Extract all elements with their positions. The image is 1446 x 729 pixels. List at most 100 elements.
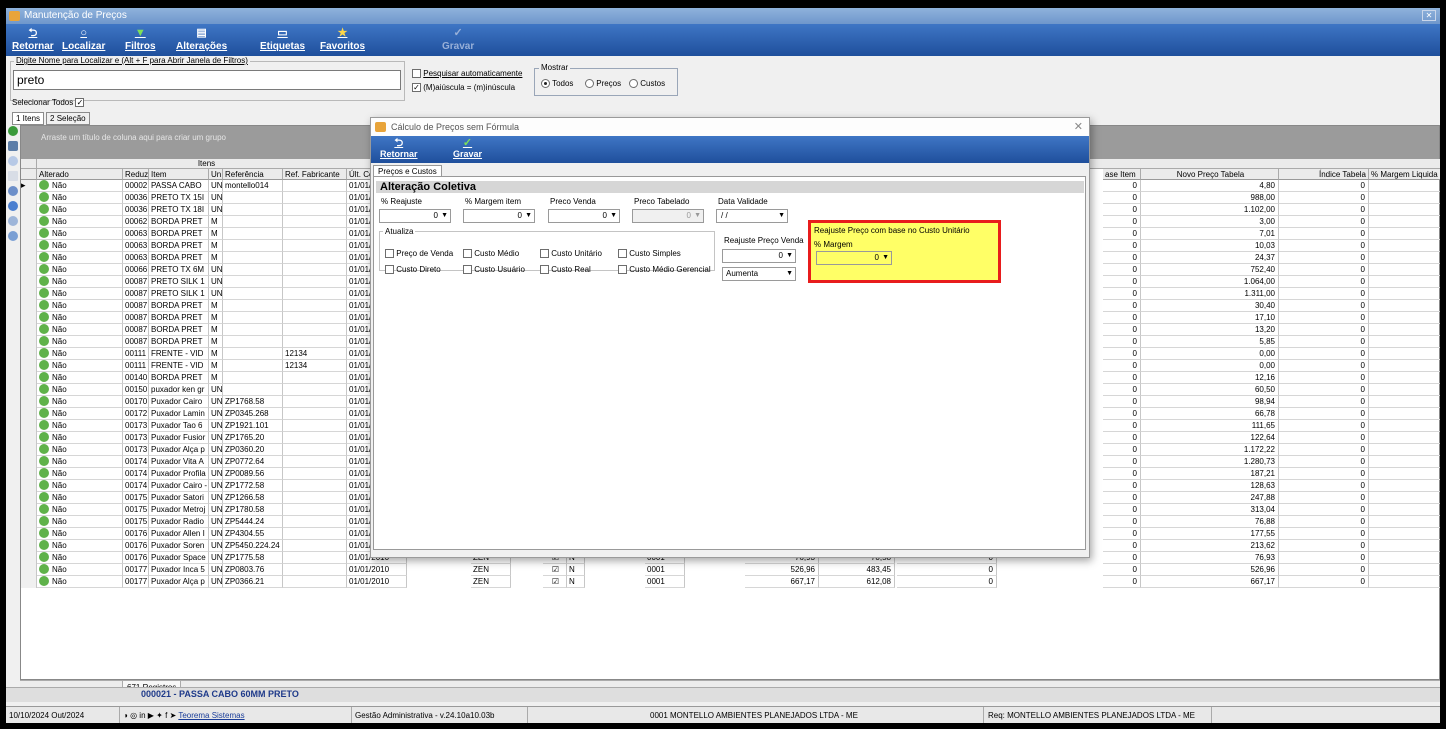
select-all-checkbox[interactable]: ✓ xyxy=(75,98,85,108)
grid-cell: PRETO TX 15I xyxy=(149,192,209,204)
chk-preco-venda[interactable]: Preço de Venda xyxy=(385,249,453,259)
checkbox-icon[interactable] xyxy=(385,265,394,275)
grid-cell: ZP1768.58 xyxy=(223,396,283,408)
cell-alterado: Não xyxy=(37,192,123,204)
chk-custo-simples[interactable]: Custo Simples xyxy=(618,249,681,259)
col-ref-fabricante[interactable]: Ref. Fabricante xyxy=(283,169,347,180)
dialog-retornar-button[interactable]: ⮌ Retornar xyxy=(380,138,418,160)
instagram-icon[interactable]: ◎ xyxy=(130,711,137,720)
share-icon[interactable]: ◑ xyxy=(123,711,128,720)
grid-cell: UN xyxy=(209,456,223,468)
data-validade-label: Data Validade xyxy=(718,197,768,206)
filter-icon[interactable] xyxy=(8,141,18,151)
col-base-item[interactable]: ase Item xyxy=(1103,169,1141,180)
radio-icon[interactable] xyxy=(541,79,550,89)
case-checkbox[interactable]: ✓ xyxy=(412,83,421,93)
status-version: Gestão Administrativa - v.24.10a10.03b xyxy=(352,707,528,723)
twitter-icon[interactable]: ✦ xyxy=(156,711,163,720)
grid-cell: 24,37 xyxy=(1141,252,1279,264)
grid-cell: 00062 xyxy=(123,216,149,228)
show-todos[interactable]: Todos xyxy=(541,79,573,89)
checkbox-icon[interactable] xyxy=(463,265,472,275)
col-indicator[interactable] xyxy=(21,169,37,180)
show-precos[interactable]: Preços xyxy=(585,79,621,89)
col-alterado[interactable]: Alterado xyxy=(37,169,123,180)
chk-custo-usuario[interactable]: Custo Usuário xyxy=(463,265,525,275)
grid-cell: 0 xyxy=(897,564,997,576)
chk-custo-direto[interactable]: Custo Direto xyxy=(385,265,441,275)
retornar-button[interactable]: ⮌ Retornar xyxy=(12,26,54,52)
margem-item-input[interactable]: 0 xyxy=(463,209,535,223)
preco-tabelado-input[interactable]: 0 xyxy=(632,209,704,223)
facebook-icon[interactable]: f xyxy=(165,711,167,720)
alteracoes-button[interactable]: ▤ Alterações xyxy=(176,26,227,52)
reajuste-mode-select[interactable]: Aumenta xyxy=(722,267,796,281)
checkbox-icon[interactable]: ☑ xyxy=(543,576,567,588)
etiquetas-button[interactable]: ▭ Etiquetas xyxy=(260,26,305,52)
linkedin-icon[interactable]: in xyxy=(139,711,145,720)
checkbox-icon[interactable] xyxy=(463,249,472,259)
filtros-button[interactable]: ▼ Filtros xyxy=(125,26,156,52)
grid-cell: UN xyxy=(209,384,223,396)
search-input[interactable]: preto xyxy=(13,70,401,90)
tools-icon[interactable] xyxy=(8,231,18,241)
col-novo-preco[interactable]: Novo Preço Tabela xyxy=(1141,169,1279,180)
settings-icon[interactable] xyxy=(8,156,18,166)
preco-venda-input[interactable]: 0 xyxy=(548,209,620,223)
grid-cell xyxy=(223,312,283,324)
checkbox-icon[interactable] xyxy=(540,265,549,275)
close-icon[interactable]: ✕ xyxy=(1074,118,1083,136)
table-row[interactable]: Não 00177 Puxador Inca 5 UN ZP0803.76 01/01/2… xyxy=(21,564,1440,576)
chk-custo-real[interactable]: Custo Real xyxy=(540,265,591,275)
favoritos-button[interactable]: ★ Favoritos xyxy=(320,26,365,52)
localizar-button[interactable]: ○ Localizar xyxy=(62,26,105,52)
add-icon[interactable] xyxy=(8,126,18,136)
chk-custo-unitario[interactable]: Custo Unitário xyxy=(540,249,602,259)
col-item[interactable]: Item xyxy=(149,169,209,180)
case-option[interactable]: ✓ (M)aiúscula = (m)inúscula xyxy=(412,83,515,93)
checkbox-icon[interactable] xyxy=(618,265,627,275)
company-link[interactable]: Teorema Sistemas xyxy=(178,711,244,720)
checkbox-icon[interactable]: ☑ xyxy=(543,564,567,576)
chk-custo-medio[interactable]: Custo Médio xyxy=(463,249,519,259)
tab-itens[interactable]: 1 Itens xyxy=(12,112,45,125)
show-custos[interactable]: Custos xyxy=(629,79,665,89)
checkbox-icon[interactable] xyxy=(540,249,549,259)
status-dot-icon xyxy=(39,576,49,586)
grid-cell xyxy=(283,432,347,444)
col-indice-tabela[interactable]: Índice Tabela xyxy=(1279,169,1369,180)
gravar-button[interactable]: ✓ Gravar xyxy=(442,26,474,52)
radio-icon[interactable] xyxy=(585,79,594,89)
reajuste-venda-input[interactable]: 0 xyxy=(722,249,796,263)
grid-cell: 0 xyxy=(1103,444,1141,456)
data-validade-input[interactable]: / / xyxy=(716,209,788,223)
col-un[interactable]: Un xyxy=(209,169,223,180)
auto-search-option[interactable]: Pesquisar automaticamente xyxy=(412,69,522,79)
col-margem-liquida[interactable]: % Margem Liquida xyxy=(1369,169,1440,180)
table-row[interactable]: Não 00177 Puxador Alça p UN ZP0366.21 01/01/2… xyxy=(21,576,1440,588)
margem-custo-input[interactable]: 0 xyxy=(816,251,892,265)
grid-cell: 0 xyxy=(1103,240,1141,252)
info-icon[interactable] xyxy=(8,216,18,226)
document-icon[interactable] xyxy=(8,171,18,181)
table-icon[interactable] xyxy=(8,186,18,196)
col-reduz[interactable]: Reduz xyxy=(123,169,149,180)
select-all[interactable]: Selecionar Todos ✓ xyxy=(12,98,85,108)
row-indicator xyxy=(21,348,37,360)
checkbox-icon[interactable] xyxy=(385,249,394,259)
radio-icon[interactable] xyxy=(629,79,638,89)
reajuste-input[interactable]: 0 xyxy=(379,209,451,223)
grid-cell xyxy=(223,228,283,240)
refresh-icon[interactable] xyxy=(8,201,18,211)
grid-cell xyxy=(1369,300,1440,312)
dialog-gravar-button[interactable]: ✓ Gravar xyxy=(453,138,482,160)
chk-custo-medio-gerencial[interactable]: Custo Médio Gerencial xyxy=(618,265,711,275)
tab-selecao[interactable]: 2 Seleção xyxy=(46,112,90,125)
col-referencia[interactable]: Referência xyxy=(223,169,283,180)
close-icon[interactable]: ✕ xyxy=(1422,10,1436,21)
checkbox-icon[interactable] xyxy=(618,249,627,259)
auto-search-checkbox[interactable] xyxy=(412,69,421,79)
grid-cell: M xyxy=(209,372,223,384)
youtube-icon[interactable]: ▶ xyxy=(148,711,154,720)
telegram-icon[interactable]: ➤ xyxy=(170,711,177,720)
